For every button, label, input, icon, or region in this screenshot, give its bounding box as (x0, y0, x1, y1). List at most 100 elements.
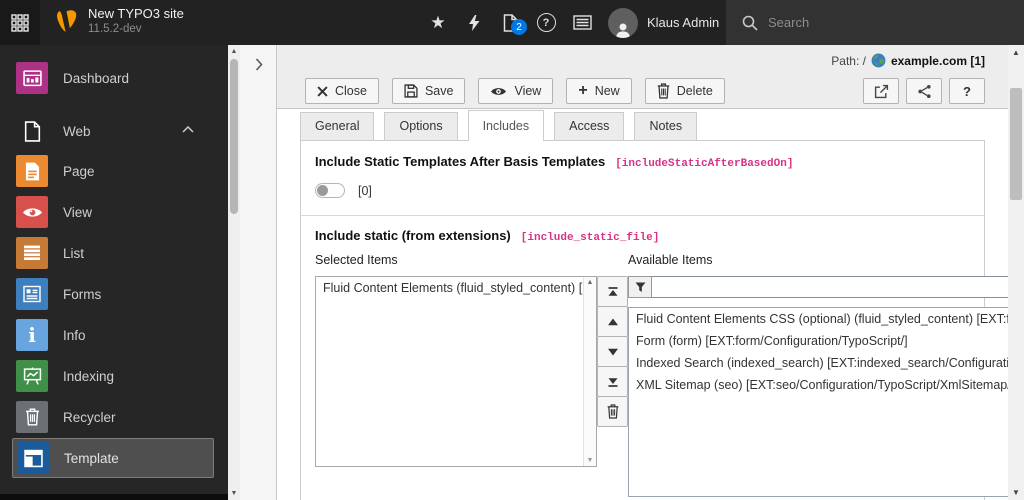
clear-cache-button[interactable] (456, 0, 492, 45)
scroll-up-arrow-icon[interactable]: ▲ (1008, 48, 1024, 57)
sidebar-item-label: Indexing (63, 368, 115, 384)
open-documents-count-badge: 2 (511, 19, 527, 35)
help-button[interactable]: ? (949, 78, 985, 104)
dashboard-icon (16, 62, 48, 94)
sidebar-group-label: Web (63, 123, 91, 139)
modules-menu-button[interactable] (0, 0, 40, 45)
breadcrumb: Path: / example.com [1] (831, 53, 985, 68)
move-down-button[interactable] (597, 336, 628, 367)
available-items-listbox[interactable]: Fluid Content Elements CSS (optional) (f… (628, 307, 1024, 497)
field-title: Include Static Templates After Basis Tem… (315, 154, 606, 169)
eye-icon (16, 196, 48, 228)
list-item[interactable]: XML Sitemap (seo) [EXT:seo/Configuration… (629, 374, 1024, 396)
selected-items-label: Selected Items (315, 253, 398, 267)
share-icon (917, 84, 932, 99)
close-button[interactable]: Close (305, 78, 379, 104)
sidebar-item-label: Template (64, 450, 119, 466)
scroll-down-arrow-icon[interactable]: ▼ (228, 490, 240, 497)
trash-icon (16, 401, 48, 433)
scroll-up-arrow-icon[interactable]: ▲ (228, 48, 240, 55)
new-button[interactable]: + New (566, 78, 632, 104)
open-documents-button[interactable]: 2 (492, 0, 528, 45)
delete-button[interactable]: Delete (644, 78, 725, 104)
tab-access[interactable]: Access (554, 112, 625, 140)
tab-includes[interactable]: Includes (467, 110, 545, 141)
tab-notes[interactable]: Notes (634, 112, 698, 140)
arrow-down-icon (607, 347, 619, 357)
sidebar-item-label: Info (63, 327, 86, 343)
user-menu-button[interactable]: Klaus Admin (600, 0, 733, 45)
sidebar-item-label: Page (63, 163, 95, 179)
bookmarks-button[interactable]: ★ (420, 0, 456, 45)
content-area: Path: / example.com [1] Close Save View … (277, 45, 1024, 500)
tab-general[interactable]: General (300, 112, 375, 140)
sidebar-item-page[interactable]: Page (8, 151, 220, 191)
field-code-label: [include_static_file] (520, 232, 660, 244)
tab-options[interactable]: Options (384, 112, 458, 140)
chevron-up-icon (182, 126, 194, 133)
sidebar-item-template[interactable]: Template (12, 438, 214, 478)
sidebar-item-info[interactable]: i Info (8, 315, 220, 355)
sidebar-item-indexing[interactable]: Indexing (8, 356, 220, 396)
move-up-button[interactable] (597, 306, 628, 337)
sidebar-item-forms[interactable]: Forms (8, 274, 220, 314)
list-item[interactable]: Form (form) [EXT:form/Configuration/Typo… (629, 330, 1024, 352)
toggle-switch[interactable] (315, 183, 345, 198)
move-to-top-button[interactable] (597, 276, 628, 307)
plus-icon: + (578, 82, 588, 99)
typo3-backend: New TYPO3 site 11.5.2-dev ★ 2 ? Klaus Ad… (0, 0, 1024, 500)
pagetree-collapsed-strip (240, 45, 277, 500)
field-include-static-after: Include Static Templates After Basis Tem… (301, 141, 984, 216)
field-code-label: [includeStaticAfterBasedOn] (615, 158, 794, 170)
docheader-buttons: Close Save View + New Delete (305, 78, 725, 104)
includes-tab-panel: Include Static Templates After Basis Tem… (300, 141, 1024, 500)
selected-items-listbox[interactable]: Fluid Content Elements (fluid_styled_con… (315, 276, 597, 467)
form-tabs: General Options Includes Access Notes (300, 110, 985, 141)
multiselect-columns: Selected Items Fluid Content Elements (f… (315, 253, 1024, 497)
systeminfo-button[interactable] (564, 0, 600, 45)
docheader-meta-buttons: ? (863, 78, 985, 104)
scroll-down-arrow-icon[interactable]: ▼ (584, 457, 596, 464)
open-in-new-window-button[interactable] (863, 78, 899, 104)
scrollbar-thumb[interactable] (230, 59, 238, 214)
help-menu-button[interactable]: ? (528, 0, 564, 45)
scrollbar-thumb[interactable] (1010, 88, 1022, 200)
expand-pagetree-button[interactable] (250, 55, 268, 73)
forms-icon (16, 278, 48, 310)
filter-button[interactable] (628, 276, 652, 298)
list-item[interactable]: Fluid Content Elements (fluid_styled_con… (316, 277, 596, 299)
search-input[interactable] (768, 15, 968, 30)
search-icon (742, 15, 758, 31)
sidebar-item-label: View (63, 204, 93, 220)
sidebar-item-dashboard[interactable]: Dashboard (8, 58, 220, 98)
topbar: New TYPO3 site 11.5.2-dev ★ 2 ? Klaus Ad… (0, 0, 1024, 45)
module-menu-scrollbar[interactable]: ▲ ▼ (228, 45, 240, 500)
available-items-label: Available Items (628, 253, 713, 267)
list-item[interactable]: Fluid Content Elements CSS (optional) (f… (629, 308, 1024, 330)
scroll-down-arrow-icon[interactable]: ▼ (1008, 488, 1024, 497)
selected-listbox-scrollbar[interactable]: ▲ ▼ (583, 277, 596, 466)
sidebar-group-web[interactable]: Web (8, 111, 220, 151)
trash-icon (657, 83, 670, 99)
share-button[interactable] (906, 78, 942, 104)
filter-input[interactable] (652, 276, 1024, 298)
field-title: Include static (from extensions) (315, 228, 511, 243)
content-scrollbar[interactable]: ▲ ▼ (1008, 45, 1024, 500)
save-button[interactable]: Save (391, 78, 466, 104)
view-button[interactable]: View (478, 78, 554, 104)
move-buttons-column (597, 253, 628, 497)
typo3-logo-icon (52, 8, 80, 36)
path-label: Path: / (831, 53, 866, 68)
list-item[interactable]: Indexed Search (indexed_search) [EXT:ind… (629, 352, 1024, 374)
remove-item-button[interactable] (597, 396, 628, 427)
close-icon (317, 85, 328, 97)
sidebar-item-list[interactable]: List (8, 233, 220, 273)
docheader: Path: / example.com [1] Close Save View … (277, 45, 1008, 109)
scroll-up-arrow-icon[interactable]: ▲ (584, 279, 596, 286)
move-bottom-icon (607, 377, 619, 387)
sidebar-item-recycler[interactable]: Recycler (8, 397, 220, 437)
sidebar-item-view[interactable]: View (8, 192, 220, 232)
move-to-bottom-button[interactable] (597, 366, 628, 397)
site-info: New TYPO3 site 11.5.2-dev (88, 6, 184, 37)
move-top-icon (607, 286, 619, 297)
